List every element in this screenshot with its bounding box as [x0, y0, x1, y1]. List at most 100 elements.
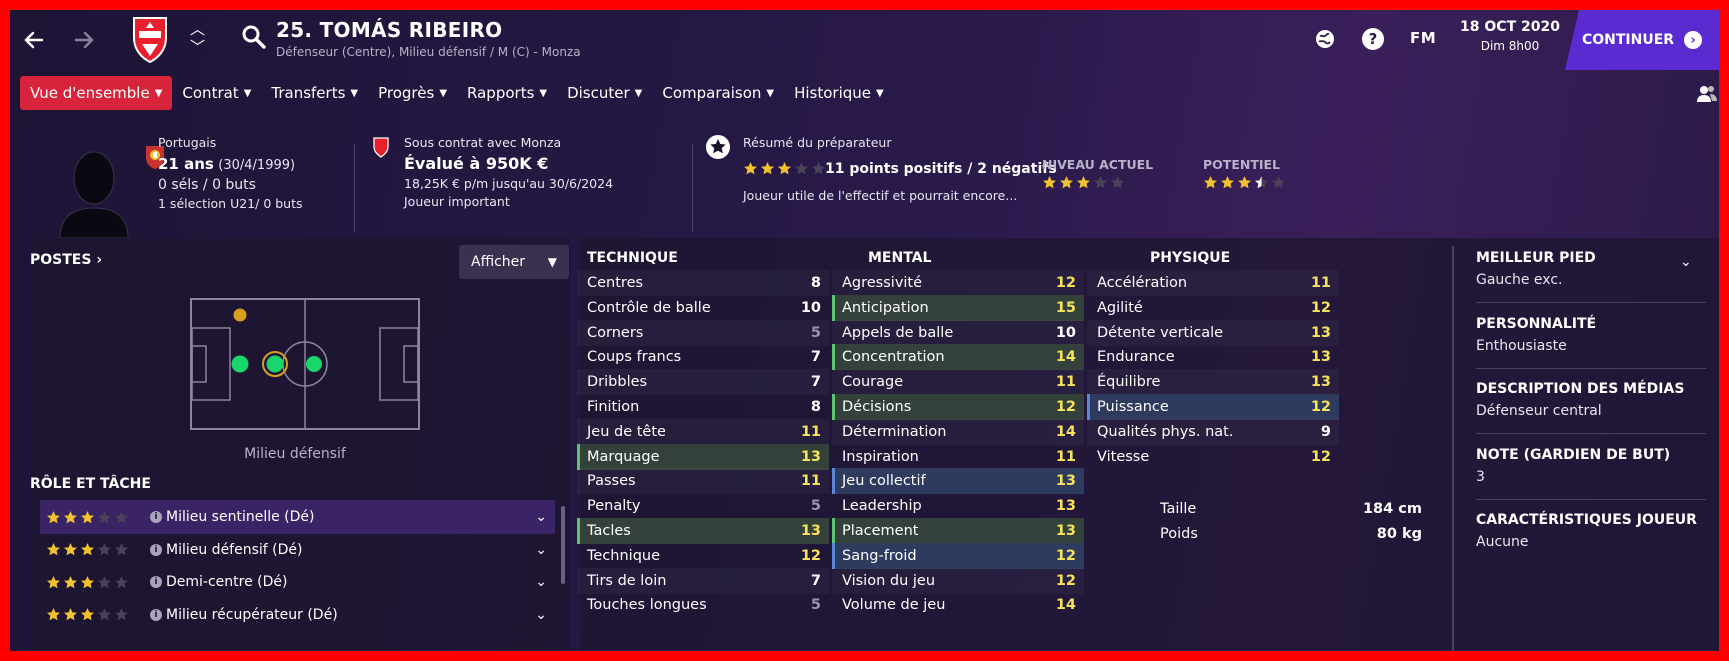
- arrow-right-icon: ›: [1684, 31, 1703, 49]
- attribute-name: Vitesse: [1097, 448, 1150, 465]
- attribute-row[interactable]: Tirs de loin 7: [577, 568, 829, 594]
- attribute-row[interactable]: Appels de balle 10: [832, 320, 1084, 346]
- role-row[interactable]: i Milieu défensif (Dé) ⌄: [40, 533, 555, 567]
- role-row[interactable]: i Demi-centre (Dé) ⌄: [40, 565, 555, 599]
- star-icon: [744, 162, 757, 175]
- attribute-row[interactable]: Équilibre 13: [1087, 369, 1339, 395]
- attribute-row[interactable]: Vision du jeu 12: [832, 568, 1084, 594]
- attribute-row[interactable]: Vitesse 12: [1087, 444, 1339, 470]
- attribute-row[interactable]: Jeu collectif 13: [832, 468, 1084, 495]
- attribute-row[interactable]: Coups francs 7: [577, 344, 829, 370]
- info-icon[interactable]: i: [150, 543, 162, 556]
- attribute-name: Inspiration: [842, 448, 919, 465]
- attribute-row[interactable]: Inspiration 11: [832, 444, 1084, 470]
- potential-ability-stars: [1203, 175, 1286, 194]
- attribute-row[interactable]: Touches longues 5: [577, 592, 829, 618]
- positions-title[interactable]: POSTES ›: [30, 252, 102, 268]
- attribute-value: 13: [1310, 374, 1331, 391]
- chevron-up-icon[interactable]: ︿: [190, 22, 205, 37]
- role-row[interactable]: i Milieu sentinelle (Dé) ⌄: [40, 500, 555, 534]
- fm-logo[interactable]: FM: [1410, 29, 1436, 47]
- attribute-value: 7: [810, 374, 821, 391]
- star-icon: [81, 510, 94, 523]
- attribute-row[interactable]: Puissance 12: [1087, 394, 1339, 420]
- tab-4[interactable]: Rapports ▼: [457, 76, 557, 110]
- globe-icon[interactable]: [1312, 26, 1338, 52]
- attribute-row[interactable]: Agressivité 12: [832, 270, 1084, 296]
- star-icon: [812, 162, 825, 175]
- coach-summary: 11 points positifs / 2 négatifs: [825, 161, 1057, 177]
- technique-title: TECHNIQUE: [587, 250, 678, 266]
- attribute-row[interactable]: Corners 5: [577, 320, 829, 346]
- attribute-row[interactable]: Passes 11: [577, 468, 829, 494]
- chevron-down-icon[interactable]: ﹀: [190, 40, 205, 55]
- attribute-value: 12: [1310, 299, 1331, 316]
- attribute-row[interactable]: Détermination 14: [832, 419, 1084, 445]
- attribute-row[interactable]: Tacles 13: [577, 518, 829, 544]
- show-dropdown[interactable]: Afficher ▼: [459, 245, 569, 279]
- attribute-row[interactable]: Sang-froid 12: [832, 542, 1084, 569]
- attribute-row[interactable]: Accélération 11: [1087, 270, 1339, 296]
- info-icon[interactable]: i: [150, 608, 162, 621]
- attribute-row[interactable]: Contrôle de balle 10: [577, 295, 829, 321]
- star-icon: [47, 543, 60, 556]
- chevron-down-icon[interactable]: ⌄: [1680, 254, 1692, 270]
- attribute-row[interactable]: Qualités phys. nat. 9: [1087, 419, 1339, 445]
- tab-1[interactable]: Contrat ▼: [172, 76, 261, 110]
- back-icon[interactable]: [18, 24, 50, 56]
- chevron-down-icon[interactable]: ⌄: [535, 607, 547, 623]
- role-name: Milieu défensif (Dé): [166, 541, 303, 558]
- attribute-name: Centres: [587, 275, 644, 291]
- attribute-name: Endurance: [1097, 349, 1175, 366]
- help-icon[interactable]: ?: [1360, 26, 1386, 52]
- attribute-value: 5: [810, 324, 821, 341]
- attribute-row[interactable]: Volume de jeu 14: [832, 592, 1084, 618]
- attribute-row[interactable]: Centres 8: [577, 270, 829, 296]
- info-icon[interactable]: i: [150, 511, 162, 523]
- chevron-down-icon[interactable]: ⌄: [535, 509, 547, 525]
- tab-0[interactable]: Vue d'ensemble ▼: [20, 76, 173, 110]
- attribute-row[interactable]: Marquage 13: [577, 443, 829, 470]
- attribute-row[interactable]: Anticipation 15: [832, 294, 1084, 321]
- attribute-row[interactable]: Penalty 5: [577, 493, 829, 519]
- role-row[interactable]: i Milieu récupérateur (Dé) ⌄: [40, 598, 555, 632]
- info-icon[interactable]: i: [150, 576, 162, 588]
- attribute-row[interactable]: Technique 12: [577, 543, 829, 569]
- tab-7[interactable]: Historique ▼: [784, 76, 894, 110]
- attribute-name: Qualités phys. nat.: [1097, 423, 1234, 440]
- physique-title: PHYSIQUE: [1150, 250, 1231, 266]
- attribute-row[interactable]: Décisions 12: [832, 394, 1084, 420]
- tab-3[interactable]: Progrès ▼: [368, 76, 457, 110]
- continue-button[interactable]: CONTINUER ›: [1565, 10, 1719, 70]
- divider: [1476, 367, 1706, 369]
- attribute-row[interactable]: Concentration 14: [832, 344, 1084, 371]
- star-icon: [81, 608, 94, 621]
- attribute-row[interactable]: Agilité 12: [1087, 295, 1339, 321]
- star-icon: [1043, 176, 1056, 189]
- tab-6[interactable]: Comparaison ▼: [652, 76, 784, 110]
- attribute-value: 13: [1055, 473, 1076, 490]
- people-icon[interactable]: [1696, 84, 1718, 104]
- attribute-row[interactable]: Détente verticale 13: [1087, 320, 1339, 346]
- tab-2[interactable]: Transferts ▼: [261, 76, 368, 110]
- attribute-row[interactable]: Finition 8: [577, 394, 829, 420]
- detail-title: MEILLEUR PIED: [1476, 250, 1596, 266]
- attribute-row[interactable]: Placement 13: [832, 518, 1084, 544]
- star-icon: [1094, 176, 1107, 189]
- tab-5[interactable]: Discuter ▼: [557, 76, 652, 110]
- chevron-down-icon[interactable]: ⌄: [535, 574, 547, 590]
- search-icon[interactable]: [240, 23, 268, 51]
- star-icon: [795, 162, 808, 175]
- roles-scrollbar[interactable]: [561, 506, 565, 584]
- attribute-row[interactable]: Leadership 13: [832, 493, 1084, 519]
- tab-label: Vue d'ensemble: [30, 84, 150, 102]
- coach-text[interactable]: Joueur utile de l'effectif et pourrait e…: [743, 188, 1017, 203]
- attribute-name: Jeu de tête: [587, 423, 666, 440]
- attribute-row[interactable]: Dribbles 7: [577, 369, 829, 395]
- attribute-name: Accélération: [1097, 275, 1188, 291]
- attribute-row[interactable]: Endurance 13: [1087, 344, 1339, 370]
- attribute-row[interactable]: Courage 11: [832, 369, 1084, 395]
- attribute-row[interactable]: Jeu de tête 11: [577, 419, 829, 445]
- forward-icon[interactable]: [68, 24, 100, 56]
- chevron-down-icon[interactable]: ⌄: [535, 542, 547, 558]
